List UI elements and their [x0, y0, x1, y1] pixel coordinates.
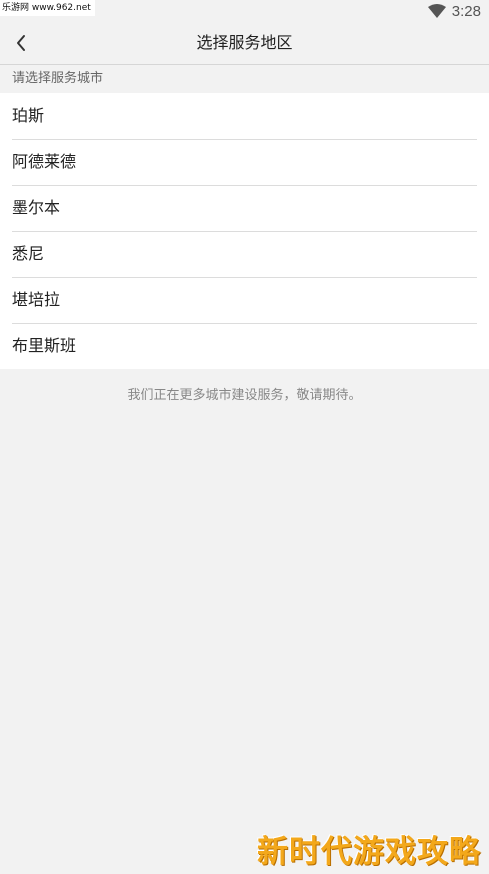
city-item-perth[interactable]: 珀斯 — [0, 93, 489, 139]
bottom-watermark: 新时代游戏攻略 — [257, 834, 481, 870]
page-title: 选择服务地区 — [196, 33, 293, 52]
city-item-adelaide[interactable]: 阿德莱德 — [0, 139, 489, 185]
city-item-sydney[interactable]: 悉尼 — [0, 231, 489, 277]
city-item-melbourne[interactable]: 墨尔本 — [0, 185, 489, 231]
city-item-canberra[interactable]: 堪培拉 — [0, 277, 489, 323]
status-bar: 乐游网 www.962.net 3:28 — [0, 0, 489, 22]
city-list: 珀斯 阿德莱德 墨尔本 悉尼 堪培拉 布里斯班 — [0, 93, 489, 369]
status-indicators: 3:28 — [427, 1, 481, 21]
wifi-icon — [427, 4, 446, 18]
status-time: 3:28 — [451, 2, 481, 20]
coming-soon-note: 我们正在更多城市建设服务，敬请期待。 — [127, 388, 362, 403]
top-watermark: 乐游网 www.962.net — [0, 0, 95, 16]
city-item-brisbane[interactable]: 布里斯班 — [0, 323, 489, 369]
app-header: 选择服务地区 — [0, 22, 489, 65]
section-label: 请选择服务城市 — [12, 71, 104, 86]
